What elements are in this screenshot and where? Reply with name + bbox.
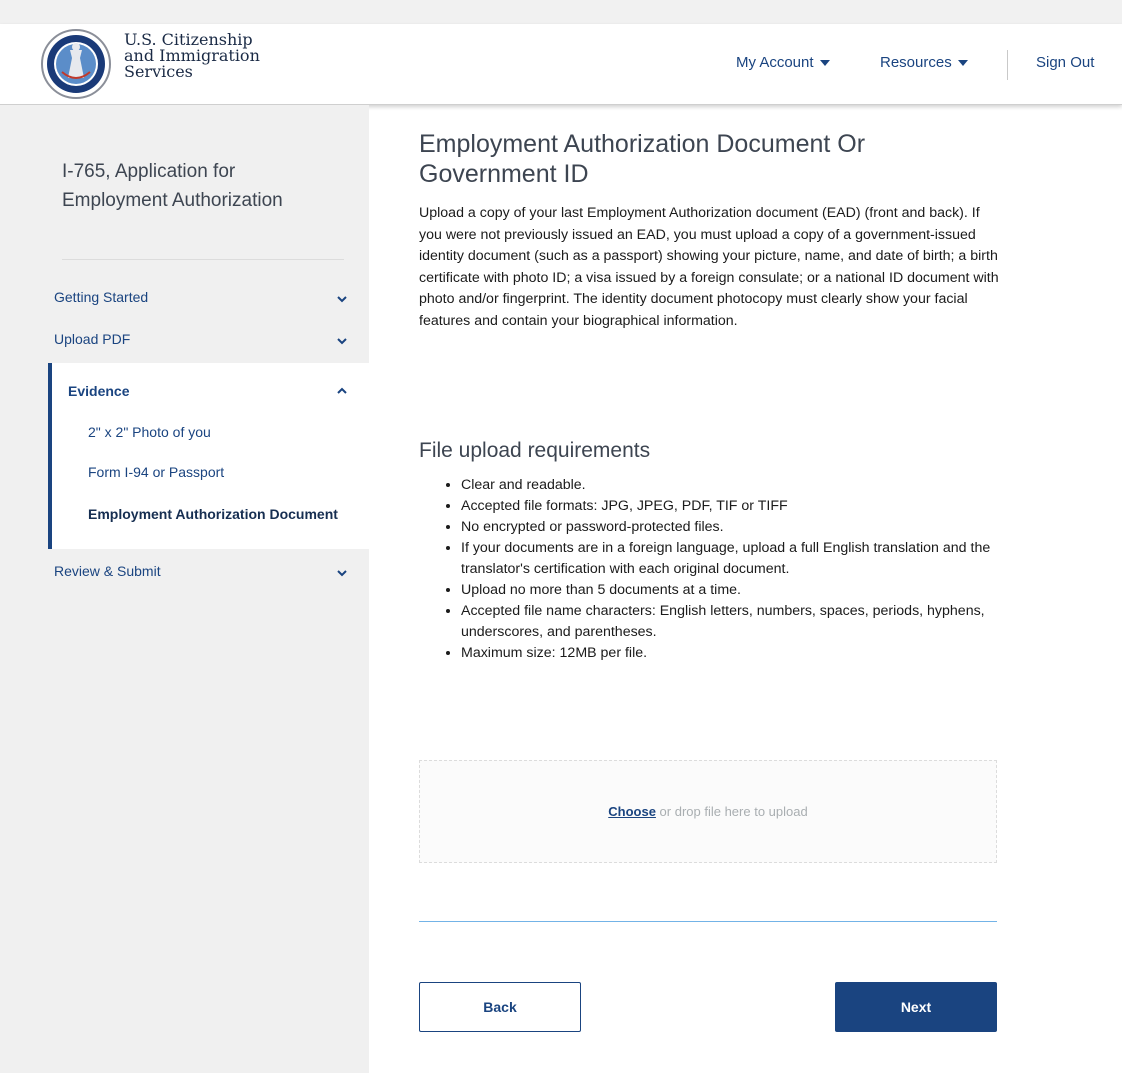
list-item: No encrypted or password-protected files… xyxy=(461,517,1041,538)
chevron-down-icon xyxy=(337,338,347,345)
list-item: Accepted file formats: JPG, JPEG, PDF, T… xyxy=(461,496,1041,517)
caret-down-icon xyxy=(819,59,830,66)
agency-name[interactable]: U.S. Citizenship and Immigration Service… xyxy=(124,32,260,80)
my-account-menu[interactable]: My Account xyxy=(736,54,830,71)
sign-out-link[interactable]: Sign Out xyxy=(1036,54,1094,71)
sidebar-item-photo[interactable]: 2" x 2" Photo of you xyxy=(88,424,211,440)
section-divider xyxy=(419,921,997,922)
list-item: Clear and readable. xyxy=(461,475,1041,496)
sidebar-item-i94-passport[interactable]: Form I-94 or Passport xyxy=(88,464,224,480)
sidebar: I-765, Application for Employment Author… xyxy=(0,105,373,1073)
page-title: Employment Authorization Document Or Gov… xyxy=(419,130,866,188)
requirements-title: File upload requirements xyxy=(419,439,651,462)
list-item: Maximum size: 12MB per file. xyxy=(461,643,1041,664)
uscis-seal-icon[interactable] xyxy=(40,28,112,100)
chevron-up-icon[interactable] xyxy=(336,385,348,397)
sidebar-item-ead[interactable]: Employment Authorization Document xyxy=(88,506,338,522)
chevron-down-icon xyxy=(337,570,347,577)
back-button[interactable]: Back xyxy=(419,982,581,1032)
intro-text: Upload a copy of your last Employment Au… xyxy=(419,205,999,329)
list-item: If your documents are in a foreign langu… xyxy=(461,538,1041,580)
sidebar-section-upload-pdf[interactable]: Upload PDF xyxy=(54,331,354,355)
requirements-list: Clear and readable. Accepted file format… xyxy=(419,475,1041,664)
nav-divider xyxy=(1007,50,1008,80)
dropzone-hint: or drop file here to upload xyxy=(655,804,808,819)
file-dropzone[interactable]: Choose or drop file here to upload xyxy=(419,760,997,863)
sidebar-section-label: Review & Submit xyxy=(54,563,161,579)
site-header: U.S. Citizenship and Immigration Service… xyxy=(0,24,1122,105)
agency-name-line: Services xyxy=(124,62,193,81)
resources-menu[interactable]: Resources xyxy=(880,54,968,71)
sidebar-divider xyxy=(62,259,344,260)
my-account-label: My Account xyxy=(736,54,814,71)
resources-label: Resources xyxy=(880,54,952,71)
sidebar-section-review-submit[interactable]: Review & Submit xyxy=(54,563,354,587)
caret-down-icon xyxy=(957,59,968,66)
form-title: I-765, Application for Employment Author… xyxy=(62,161,283,211)
sidebar-section-label: Upload PDF xyxy=(54,331,131,347)
sign-out-label: Sign Out xyxy=(1036,54,1095,71)
sidebar-section-label: Getting Started xyxy=(54,289,149,305)
list-item: Accepted file name characters: English l… xyxy=(461,601,1041,643)
sidebar-section-evidence-label[interactable]: Evidence xyxy=(68,383,129,399)
chevron-down-icon xyxy=(337,296,347,303)
sidebar-section-getting-started[interactable]: Getting Started xyxy=(54,289,354,313)
browser-top-strip xyxy=(0,0,1122,24)
choose-file-link[interactable]: Choose xyxy=(608,804,656,819)
sidebar-section-evidence: Evidence 2" x 2" Photo of you Form I-94 … xyxy=(48,363,373,549)
list-item: Upload no more than 5 documents at a tim… xyxy=(461,580,1041,601)
next-button[interactable]: Next xyxy=(835,982,997,1032)
